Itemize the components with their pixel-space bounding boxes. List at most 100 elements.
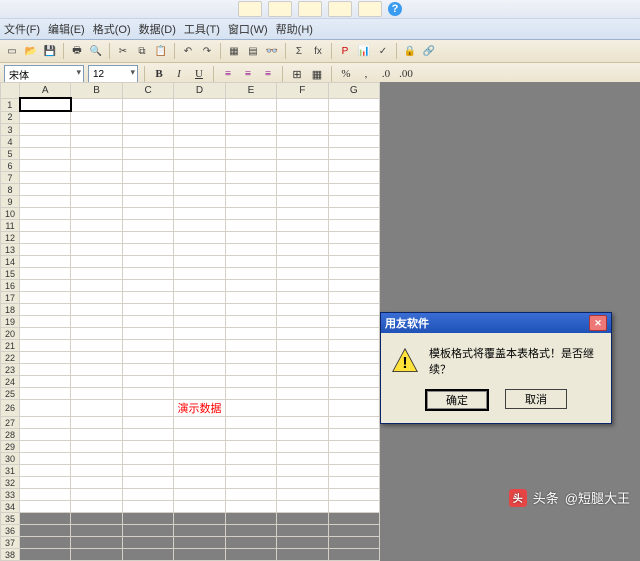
col-header[interactable]: G — [328, 83, 379, 99]
cell[interactable] — [122, 340, 173, 352]
cell[interactable] — [71, 465, 122, 477]
cell[interactable] — [328, 525, 379, 537]
cell[interactable] — [122, 400, 173, 417]
row-header[interactable]: 33 — [1, 489, 20, 501]
cell[interactable] — [71, 208, 122, 220]
cell[interactable] — [174, 465, 225, 477]
cell[interactable] — [20, 376, 71, 388]
row-header[interactable]: 7 — [1, 172, 20, 184]
paste-icon[interactable]: 📋 — [153, 43, 169, 59]
cell[interactable] — [277, 124, 328, 136]
toolbar-button[interactable] — [328, 1, 352, 17]
underline-button[interactable]: U — [191, 66, 207, 82]
cell[interactable] — [174, 111, 225, 124]
cell[interactable] — [122, 328, 173, 340]
cell[interactable] — [20, 268, 71, 280]
cell[interactable] — [20, 340, 71, 352]
cell[interactable] — [71, 537, 122, 549]
cell[interactable] — [225, 549, 276, 561]
row-header[interactable]: 29 — [1, 441, 20, 453]
cell[interactable] — [122, 292, 173, 304]
cell[interactable] — [277, 328, 328, 340]
cell[interactable] — [20, 172, 71, 184]
cell[interactable] — [328, 501, 379, 513]
align-right-icon[interactable]: ≡ — [260, 66, 276, 82]
cell[interactable] — [277, 477, 328, 489]
col-header[interactable]: F — [277, 83, 328, 99]
col-header[interactable]: E — [225, 83, 276, 99]
col-header[interactable]: B — [71, 83, 122, 99]
delete-row-icon[interactable]: ▤ — [245, 43, 261, 59]
cell[interactable] — [122, 364, 173, 376]
cell[interactable] — [225, 465, 276, 477]
cell[interactable] — [71, 549, 122, 561]
cell[interactable] — [328, 465, 379, 477]
row-header[interactable]: 36 — [1, 525, 20, 537]
cell[interactable] — [20, 429, 71, 441]
cell[interactable] — [20, 501, 71, 513]
row-header[interactable]: 30 — [1, 453, 20, 465]
cell[interactable] — [277, 244, 328, 256]
cell[interactable] — [328, 172, 379, 184]
function-icon[interactable]: fx — [310, 43, 326, 59]
paragraph-icon[interactable]: P — [337, 43, 353, 59]
close-icon[interactable]: ✕ — [589, 315, 607, 331]
cell[interactable] — [328, 453, 379, 465]
cell[interactable] — [277, 148, 328, 160]
cell[interactable] — [71, 388, 122, 400]
cell[interactable] — [328, 124, 379, 136]
cell[interactable] — [71, 364, 122, 376]
cell[interactable] — [71, 160, 122, 172]
menu-help[interactable]: 帮助(H) — [276, 21, 313, 37]
cell[interactable] — [122, 244, 173, 256]
cell[interactable] — [122, 98, 173, 111]
row-header[interactable]: 26 — [1, 400, 20, 417]
cell[interactable] — [20, 477, 71, 489]
cell[interactable] — [174, 268, 225, 280]
cell[interactable] — [277, 268, 328, 280]
cell[interactable] — [225, 352, 276, 364]
cell[interactable] — [277, 501, 328, 513]
cell[interactable] — [174, 220, 225, 232]
cell[interactable] — [20, 280, 71, 292]
bold-button[interactable]: B — [151, 66, 167, 82]
cell[interactable] — [277, 352, 328, 364]
cell[interactable] — [225, 292, 276, 304]
row-header[interactable]: 38 — [1, 549, 20, 561]
cell[interactable] — [225, 172, 276, 184]
cell[interactable] — [328, 328, 379, 340]
cell[interactable] — [20, 549, 71, 561]
cell[interactable] — [277, 429, 328, 441]
cell[interactable] — [71, 525, 122, 537]
cell[interactable] — [328, 196, 379, 208]
row-header[interactable]: 35 — [1, 513, 20, 525]
cell[interactable] — [328, 417, 379, 429]
row-header[interactable]: 22 — [1, 352, 20, 364]
open-icon[interactable]: 📂 — [23, 43, 39, 59]
cell[interactable] — [71, 340, 122, 352]
cell[interactable] — [225, 304, 276, 316]
cell[interactable] — [122, 388, 173, 400]
cell[interactable] — [20, 148, 71, 160]
cell[interactable] — [71, 124, 122, 136]
cell[interactable] — [20, 220, 71, 232]
cell[interactable] — [71, 232, 122, 244]
cell[interactable] — [328, 98, 379, 111]
cell[interactable] — [71, 148, 122, 160]
cell[interactable] — [71, 441, 122, 453]
cell[interactable] — [122, 453, 173, 465]
dialog-titlebar[interactable]: 用友软件 ✕ — [381, 313, 611, 333]
cell[interactable] — [277, 364, 328, 376]
cell[interactable] — [225, 537, 276, 549]
cell[interactable] — [122, 172, 173, 184]
cell[interactable] — [20, 316, 71, 328]
align-left-icon[interactable]: ≡ — [220, 66, 236, 82]
cell[interactable] — [277, 304, 328, 316]
row-header[interactable]: 21 — [1, 340, 20, 352]
cell[interactable] — [20, 292, 71, 304]
cell[interactable] — [174, 429, 225, 441]
cell[interactable] — [20, 537, 71, 549]
cell[interactable] — [122, 136, 173, 148]
cell[interactable]: 演示数据 — [174, 400, 225, 417]
cell[interactable] — [277, 537, 328, 549]
